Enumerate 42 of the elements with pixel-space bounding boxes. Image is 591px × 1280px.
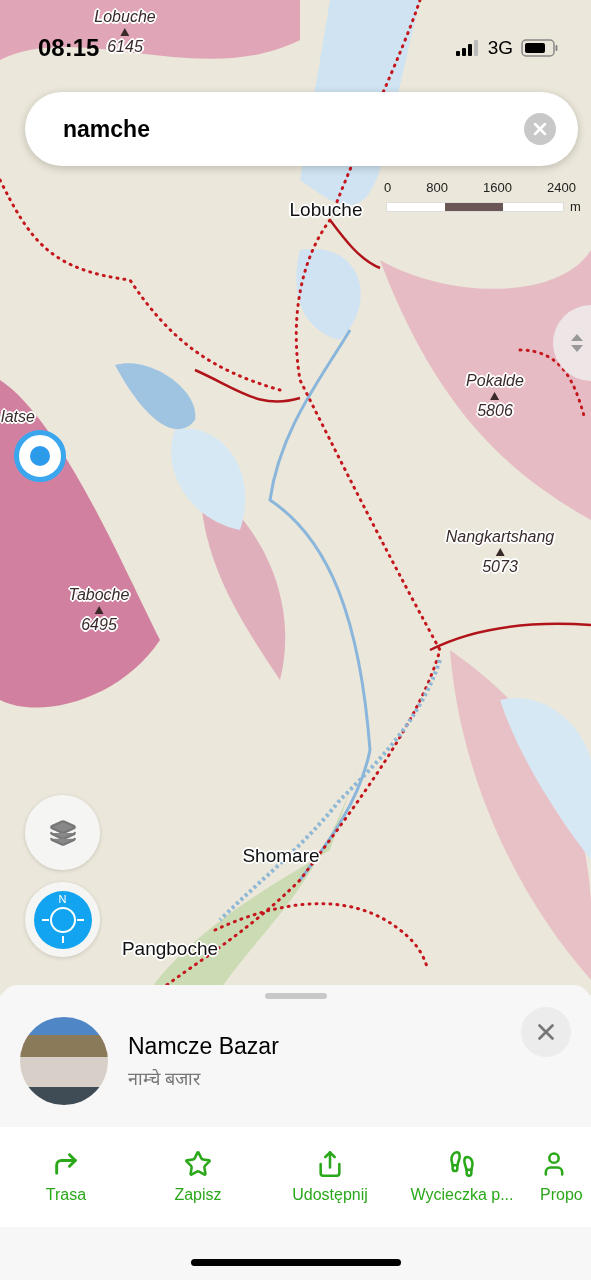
peak-elevation: 6145 [107, 38, 143, 56]
network-type: 3G [487, 37, 513, 59]
place-subtitle: नाम्चे बजार [128, 1067, 202, 1090]
scale-label: 1600 [483, 180, 512, 195]
peak-icon [495, 548, 505, 556]
peak-name: latse [1, 408, 35, 426]
peak-name: Nangkartshang [445, 528, 555, 546]
place-title: Namcze Bazar [128, 1032, 279, 1060]
close-button[interactable] [521, 1007, 571, 1057]
star-icon [184, 1150, 212, 1178]
peak-elevation: 5073 [482, 558, 518, 576]
action-button[interactable]: Zapisz [132, 1127, 264, 1227]
peak-icon [94, 606, 104, 614]
sheet-handle[interactable] [264, 993, 327, 999]
up-down-arrows-icon [570, 332, 584, 354]
action-button[interactable]: Wycieczka p... [396, 1127, 528, 1227]
signal-icon [455, 40, 480, 56]
action-button[interactable]: Propo [528, 1127, 591, 1227]
layers-icon [48, 818, 77, 847]
battery-icon [521, 39, 559, 57]
turn-arrow-icon [52, 1150, 80, 1178]
scale-label: 800 [426, 180, 448, 195]
action-button[interactable]: Udostępnij [264, 1127, 396, 1227]
scale-unit: m [570, 199, 581, 214]
scale-label: 2400 [547, 180, 576, 195]
peak-elevation: 6495 [81, 616, 117, 634]
search-field[interactable]: namche [25, 92, 578, 166]
place-name: Lobuche [289, 199, 363, 221]
peak-elevation: 5806 [477, 402, 513, 420]
place-name: Shomare [242, 845, 320, 867]
place-name: Pangboche [121, 938, 219, 960]
north-label: N [58, 892, 67, 905]
peak-name: Lobuche [94, 8, 156, 26]
peak-name: Pokalde [466, 372, 524, 390]
status-time: 08:15 [38, 34, 100, 62]
peak-name: Taboche [68, 586, 130, 604]
peak-icon [120, 28, 130, 36]
peak-icon [490, 392, 500, 400]
crosshair-icon [40, 905, 85, 944]
share-icon [316, 1150, 344, 1178]
action-button[interactable]: Trasa [0, 1127, 132, 1227]
scale-label: 0 [384, 180, 392, 195]
